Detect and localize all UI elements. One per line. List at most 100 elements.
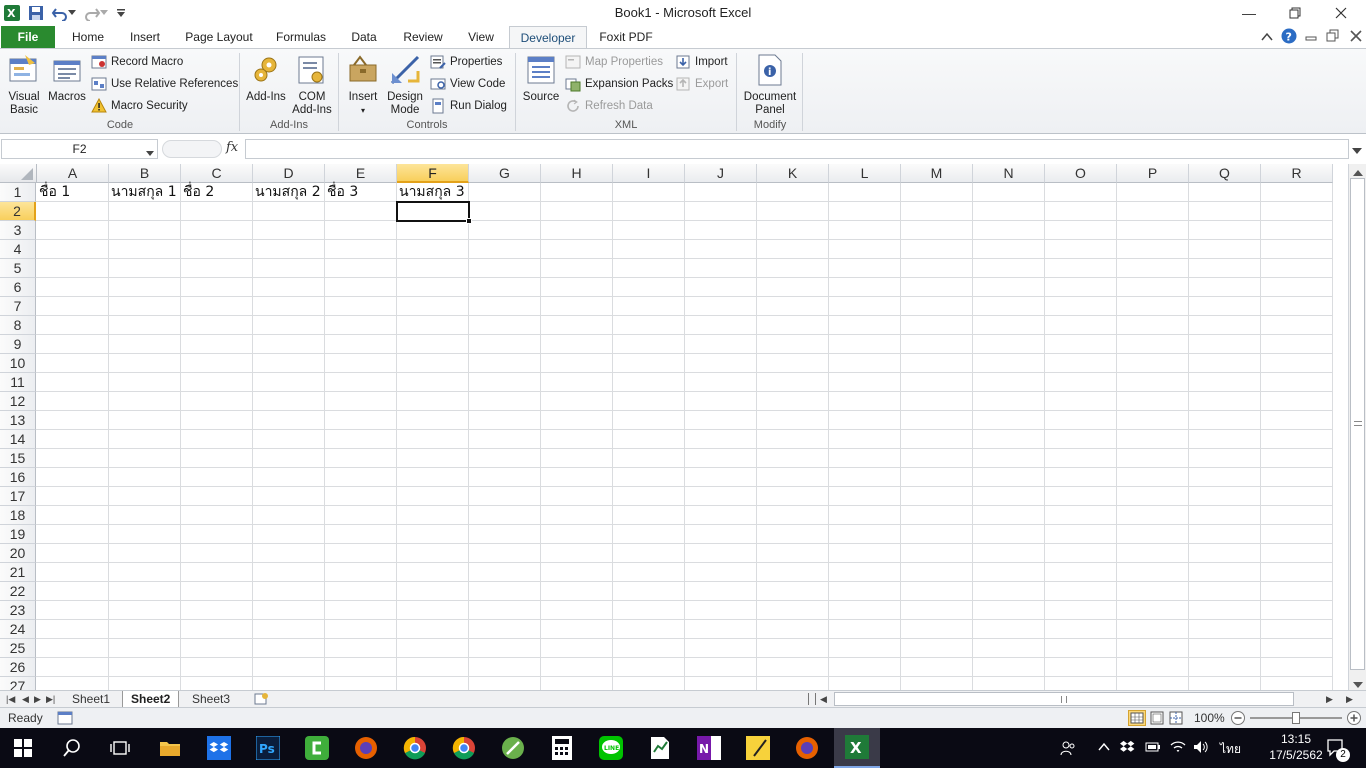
tab-page-layout[interactable]: Page Layout — [180, 26, 258, 48]
vertical-scrollbar[interactable] — [1348, 164, 1366, 690]
formula-input[interactable] — [245, 139, 1349, 159]
windows-start-icon[interactable] — [8, 733, 38, 763]
show-hidden-icons[interactable] — [1098, 741, 1110, 755]
tab-view[interactable]: View — [460, 26, 502, 48]
row-header-12[interactable]: 12 — [0, 392, 36, 411]
row-header-8[interactable]: 8 — [0, 316, 36, 335]
row-header-2[interactable]: 2 — [0, 202, 36, 221]
row-header-1[interactable]: 1 — [0, 183, 36, 202]
cell-c1[interactable]: ชื่อ 2 — [181, 183, 214, 202]
row-header-21[interactable]: 21 — [0, 563, 36, 582]
camtasia-icon[interactable] — [302, 733, 332, 763]
column-header-f[interactable]: F — [397, 164, 469, 183]
file-explorer-icon[interactable] — [155, 733, 185, 763]
row-header-5[interactable]: 5 — [0, 259, 36, 278]
vertical-scroll-thumb[interactable] — [1350, 178, 1365, 670]
properties-button[interactable]: Properties — [430, 52, 502, 72]
row-header-27[interactable]: 27 — [0, 677, 36, 690]
expansion-packs-button[interactable]: Expansion Packs — [565, 74, 673, 94]
sheet-tab-sheet3[interactable]: Sheet3 — [184, 691, 238, 708]
tab-formulas[interactable]: Formulas — [268, 26, 334, 48]
minimize-ribbon-icon[interactable] — [1260, 30, 1274, 47]
row-header-18[interactable]: 18 — [0, 506, 36, 525]
column-header-r[interactable]: R — [1261, 164, 1333, 183]
clock-time[interactable]: 13:15 — [1266, 732, 1326, 746]
tab-home[interactable]: Home — [62, 26, 114, 48]
scroll-left-icon[interactable]: ◀ — [820, 694, 827, 705]
help-icon[interactable]: ? — [1281, 28, 1297, 47]
import-button[interactable]: Import — [675, 52, 728, 72]
row-header-22[interactable]: 22 — [0, 582, 36, 601]
column-header-g[interactable]: G — [469, 164, 541, 183]
document-panel-button[interactable]: i Document Panel — [741, 53, 799, 117]
chrome-icon[interactable] — [400, 733, 430, 763]
task-view-icon[interactable] — [105, 733, 135, 763]
insert-function-button[interactable]: fx — [226, 140, 238, 155]
worksheet-grid[interactable]: ABCDEFGHIJKLMNOPQR 1 2 3 4 5 6 7 8 9 10 11 12 13 14 15… — [0, 164, 1348, 690]
normal-view-button[interactable] — [1128, 710, 1146, 726]
row-header-3[interactable]: 3 — [0, 221, 36, 240]
column-header-j[interactable]: J — [685, 164, 757, 183]
macro-recording-icon[interactable] — [57, 711, 73, 728]
tab-file[interactable]: File — [1, 26, 55, 48]
tab-data[interactable]: Data — [342, 26, 386, 48]
expand-formula-bar-icon[interactable] — [1352, 145, 1362, 159]
next-sheet-icon[interactable]: ▶ — [34, 694, 41, 705]
photoshop-icon[interactable]: Ps — [253, 733, 283, 763]
line-app-icon[interactable]: LINE — [596, 733, 626, 763]
column-header-i[interactable]: I — [613, 164, 685, 183]
calculator-icon[interactable] — [547, 733, 577, 763]
column-header-e[interactable]: E — [325, 164, 397, 183]
close-button[interactable] — [1318, 0, 1364, 26]
excel-document-icon[interactable] — [645, 733, 675, 763]
insert-control-button[interactable]: Insert ▾ — [343, 53, 383, 117]
tab-insert[interactable]: Insert — [120, 26, 170, 48]
select-all-corner[interactable] — [0, 164, 37, 183]
row-header-13[interactable]: 13 — [0, 411, 36, 430]
macros-button[interactable]: Macros — [46, 53, 88, 104]
horizontal-scroll-thumb[interactable] — [834, 692, 1294, 706]
source-button[interactable]: Source — [520, 53, 562, 104]
sheet-tab-sheet2[interactable]: Sheet2 — [122, 691, 180, 708]
cell-a1[interactable]: ชื่อ 1 — [37, 183, 70, 202]
sticky-notes-icon[interactable] — [743, 733, 773, 763]
com-add-ins-button[interactable]: COM Add-Ins — [290, 53, 334, 117]
tab-developer[interactable]: Developer — [509, 26, 587, 49]
name-box[interactable]: F2 — [1, 139, 158, 159]
column-header-d[interactable]: D — [253, 164, 325, 183]
active-cell-selection[interactable] — [396, 201, 472, 224]
cell-e1[interactable]: ชื่อ 3 — [325, 183, 358, 202]
page-layout-view-button[interactable] — [1149, 711, 1165, 728]
row-header-20[interactable]: 20 — [0, 544, 36, 563]
column-header-a[interactable]: A — [37, 164, 109, 183]
visual-basic-button[interactable]: Visual Basic — [4, 53, 44, 117]
row-header-16[interactable]: 16 — [0, 468, 36, 487]
row-header-19[interactable]: 19 — [0, 525, 36, 544]
column-header-q[interactable]: Q — [1189, 164, 1261, 183]
row-header-9[interactable]: 9 — [0, 335, 36, 354]
onenote-icon[interactable]: N — [694, 733, 724, 763]
row-header-10[interactable]: 10 — [0, 354, 36, 373]
zoom-slider-thumb[interactable] — [1292, 712, 1300, 724]
use-relative-references-button[interactable]: Use Relative References — [91, 74, 238, 94]
run-dialog-button[interactable]: Run Dialog — [430, 96, 507, 116]
row-header-6[interactable]: 6 — [0, 278, 36, 297]
scroll-right-icon[interactable]: ▶ — [1326, 694, 1333, 705]
prev-sheet-icon[interactable]: ◀ — [22, 694, 29, 705]
page-break-view-button[interactable] — [1168, 711, 1184, 728]
last-sheet-icon[interactable]: ▶| — [46, 694, 55, 705]
column-header-n[interactable]: N — [973, 164, 1045, 183]
input-language[interactable]: ไทย — [1220, 740, 1241, 759]
row-header-7[interactable]: 7 — [0, 297, 36, 316]
zoom-in-icon[interactable] — [1346, 710, 1362, 729]
name-box-dropdown-icon[interactable] — [146, 146, 154, 160]
column-header-k[interactable]: K — [757, 164, 829, 183]
chrome-profile-icon[interactable] — [449, 733, 479, 763]
search-icon[interactable] — [57, 733, 87, 763]
row-header-15[interactable]: 15 — [0, 449, 36, 468]
row-header-17[interactable]: 17 — [0, 487, 36, 506]
tab-foxit-pdf[interactable]: Foxit PDF — [592, 26, 660, 48]
row-header-14[interactable]: 14 — [0, 430, 36, 449]
column-header-m[interactable]: M — [901, 164, 973, 183]
macro-security-button[interactable]: Macro Security — [91, 96, 188, 116]
